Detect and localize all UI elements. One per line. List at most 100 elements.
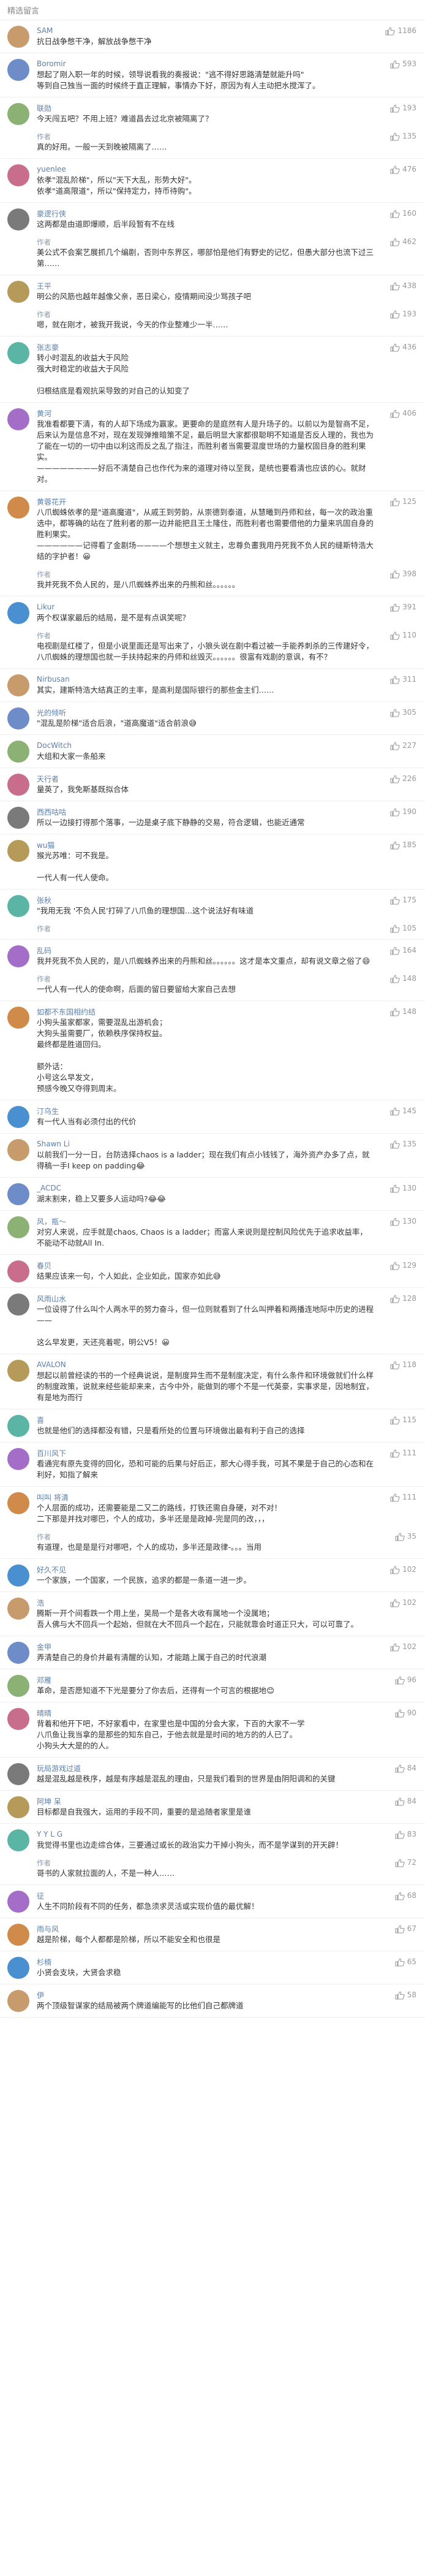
comment-username[interactable]: Y Y L G [37, 1830, 62, 1839]
like-button[interactable]: 1186 [385, 26, 416, 36]
like-button[interactable]: 90 [395, 1709, 416, 1718]
reply-like-button[interactable]: 462 [390, 237, 416, 246]
avatar[interactable] [7, 1891, 29, 1913]
like-button[interactable]: 226 [390, 774, 416, 783]
comment-username[interactable]: 阿坤 呆 [37, 1796, 61, 1807]
like-button[interactable]: 102 [390, 1598, 416, 1607]
like-button[interactable]: 193 [390, 104, 416, 113]
avatar[interactable] [7, 1763, 29, 1785]
like-button[interactable]: 436 [390, 343, 416, 352]
comment-username[interactable]: Boromir [37, 59, 66, 68]
like-button[interactable]: 102 [390, 1642, 416, 1652]
comment-username[interactable]: 伊 [37, 1990, 44, 2000]
comment-username[interactable]: 叫叫 将清 [37, 1492, 69, 1503]
comment-username[interactable]: SAM [37, 26, 53, 35]
avatar[interactable] [7, 1360, 29, 1382]
comment-username[interactable]: 百川风下 [37, 1448, 66, 1458]
avatar[interactable] [7, 741, 29, 763]
comment-username[interactable]: Likur [37, 603, 55, 611]
comment-username[interactable]: 黄河 [37, 408, 51, 419]
like-button[interactable]: 190 [390, 807, 416, 817]
comment-username[interactable]: wu猫 [37, 840, 55, 850]
comment-username[interactable]: 邓雁 [37, 1675, 51, 1685]
like-button[interactable]: 476 [390, 165, 416, 174]
like-button[interactable]: 67 [395, 1924, 416, 1934]
avatar[interactable] [7, 1990, 29, 2012]
avatar[interactable] [7, 1708, 29, 1730]
reply-like-button[interactable]: 135 [390, 132, 416, 141]
avatar[interactable] [7, 103, 29, 125]
like-button[interactable]: 406 [390, 409, 416, 418]
avatar[interactable] [7, 895, 29, 917]
like-button[interactable]: 185 [390, 840, 416, 850]
avatar[interactable] [7, 1294, 29, 1316]
avatar[interactable] [7, 1216, 29, 1238]
avatar[interactable] [7, 1260, 29, 1282]
like-button[interactable]: 125 [390, 497, 416, 506]
like-button[interactable]: 68 [395, 1891, 416, 1900]
comment-username[interactable]: 征 [37, 1891, 44, 1901]
avatar[interactable] [7, 1139, 29, 1161]
like-button[interactable]: 135 [390, 1140, 416, 1149]
comment-username[interactable]: AVALON [37, 1360, 66, 1369]
like-button[interactable]: 128 [390, 1294, 416, 1303]
comment-username[interactable]: _ACDC [37, 1184, 61, 1192]
avatar[interactable] [7, 1007, 29, 1029]
like-button[interactable]: 65 [395, 1957, 416, 1967]
avatar[interactable] [7, 945, 29, 967]
comment-username[interactable]: 杉楠 [37, 1957, 51, 1967]
comment-username[interactable]: 晴晴 [37, 1708, 51, 1718]
like-button[interactable]: 83 [395, 1830, 416, 1839]
avatar[interactable] [7, 707, 29, 730]
avatar[interactable] [7, 1924, 29, 1946]
comment-username[interactable]: 雨与风 [37, 1924, 59, 1934]
like-button[interactable]: 118 [390, 1360, 416, 1370]
avatar[interactable] [7, 26, 29, 48]
like-button[interactable]: 96 [395, 1675, 416, 1685]
avatar[interactable] [7, 1492, 29, 1514]
comment-username[interactable]: 春贝 [37, 1260, 51, 1271]
comment-username[interactable]: 好久不见 [37, 1564, 66, 1575]
like-button[interactable]: 305 [390, 708, 416, 717]
avatar[interactable] [7, 602, 29, 624]
like-button[interactable]: 130 [390, 1217, 416, 1226]
comment-username[interactable]: 天行者 [37, 774, 59, 784]
comment-username[interactable]: yuenlee [37, 165, 66, 173]
comment-username[interactable]: 金甲 [37, 1642, 51, 1652]
like-button[interactable]: 227 [390, 741, 416, 750]
like-button[interactable]: 84 [395, 1797, 416, 1806]
avatar[interactable] [7, 1675, 29, 1697]
comment-username[interactable]: 乱码 [37, 945, 51, 956]
like-button[interactable]: 438 [390, 281, 416, 291]
reply-like-button[interactable]: 148 [390, 974, 416, 983]
like-button[interactable]: 175 [390, 896, 416, 905]
comment-username[interactable]: 张志豪 [37, 342, 59, 352]
avatar[interactable] [7, 1598, 29, 1620]
avatar[interactable] [7, 1106, 29, 1128]
avatar[interactable] [7, 774, 29, 796]
avatar[interactable] [7, 408, 29, 430]
like-button[interactable]: 111 [390, 1449, 416, 1458]
like-button[interactable]: 148 [390, 1007, 416, 1016]
comment-username[interactable]: 玩局游戏过道 [37, 1763, 81, 1774]
like-button[interactable]: 145 [390, 1107, 416, 1116]
like-button[interactable]: 311 [390, 675, 416, 684]
reply-like-button[interactable]: 35 [395, 1532, 416, 1541]
comment-username[interactable]: 喜 [37, 1415, 44, 1425]
like-button[interactable]: 115 [390, 1416, 416, 1425]
comment-username[interactable]: 西西咕咕 [37, 807, 66, 817]
comment-username[interactable]: 浩 [37, 1598, 44, 1608]
avatar[interactable] [7, 1796, 29, 1818]
avatar[interactable] [7, 1829, 29, 1851]
comment-username[interactable]: 王平 [37, 281, 51, 291]
comment-username[interactable]: Shawn Li [37, 1140, 70, 1148]
like-button[interactable]: 58 [395, 1991, 416, 2000]
reply-like-button[interactable]: 398 [390, 570, 416, 579]
avatar[interactable] [7, 1448, 29, 1470]
avatar[interactable] [7, 1957, 29, 1979]
like-button[interactable]: 160 [390, 209, 416, 218]
comment-username[interactable]: 联勋 [37, 103, 51, 113]
avatar[interactable] [7, 497, 29, 519]
avatar[interactable] [7, 1564, 29, 1587]
avatar[interactable] [7, 59, 29, 81]
